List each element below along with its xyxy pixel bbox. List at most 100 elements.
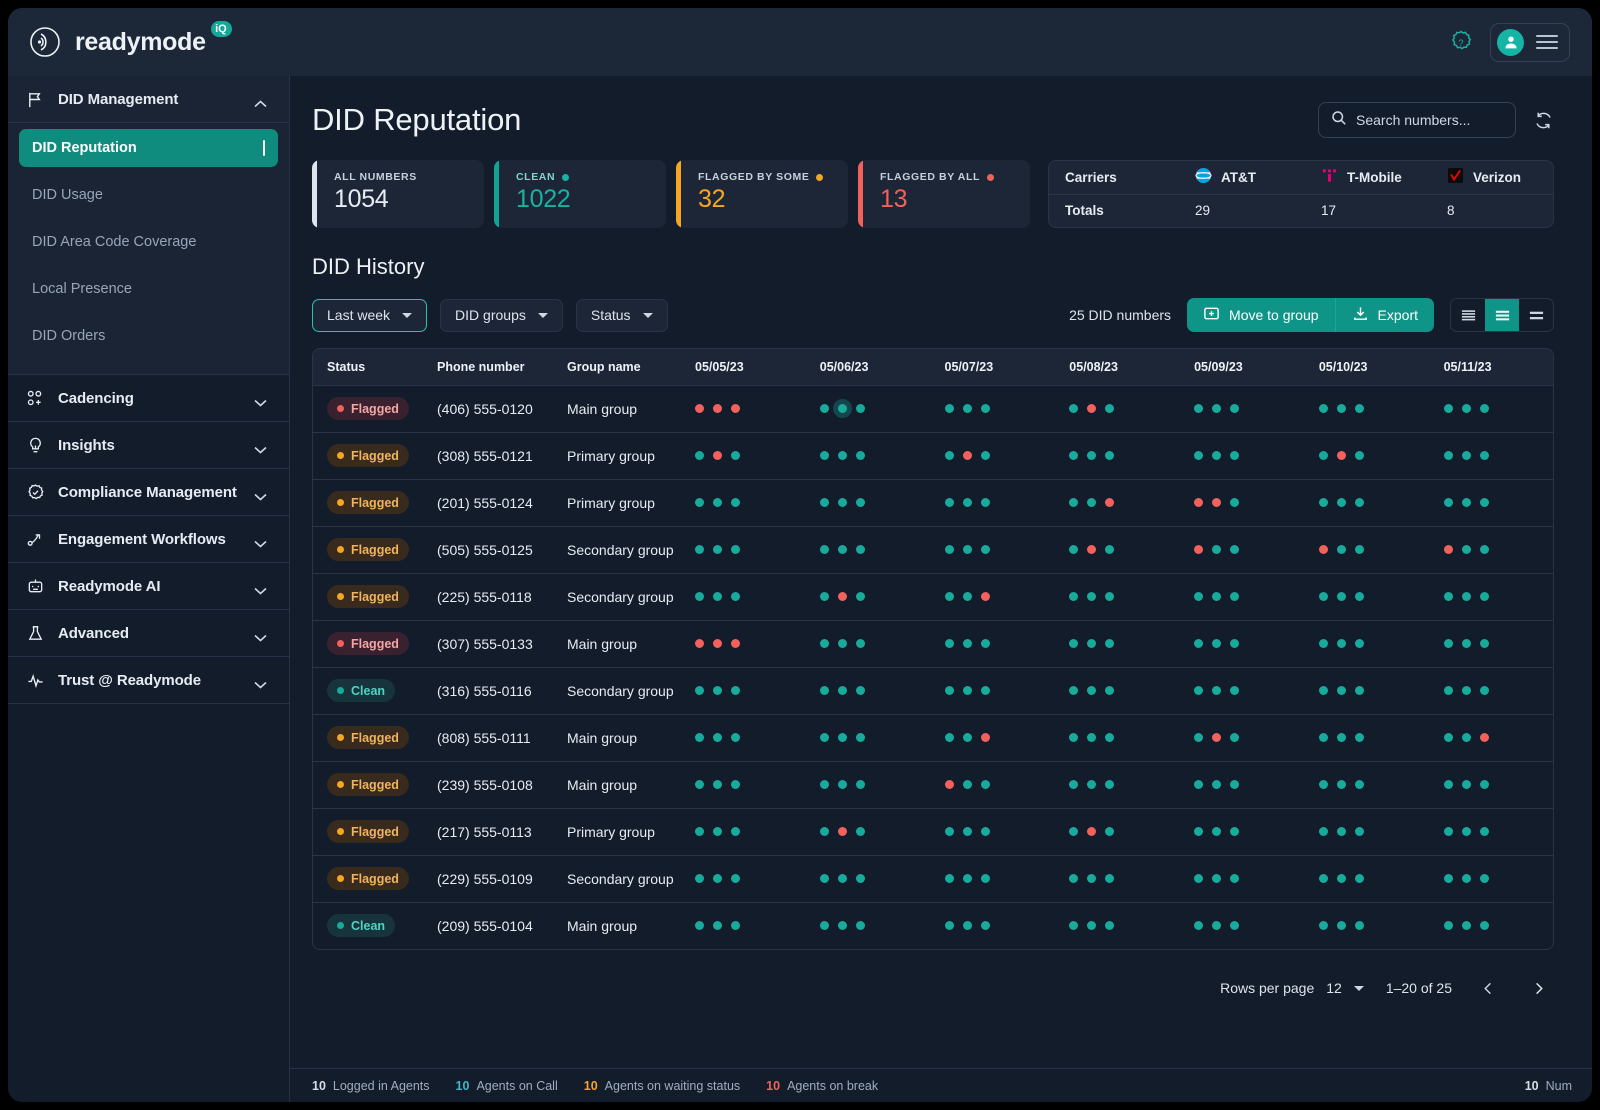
reputation-dot-clean[interactable] xyxy=(1212,404,1222,413)
reputation-dot-clean[interactable] xyxy=(819,780,829,789)
reputation-dot-clean[interactable] xyxy=(695,733,704,742)
sidebar-item-did-orders[interactable]: DID Orders xyxy=(19,317,278,355)
sidebar-group-compliance-management[interactable]: Compliance Management xyxy=(8,469,289,516)
sidebar-group-readymode-ai[interactable]: Readymode AI xyxy=(8,563,289,610)
reputation-dot-clean[interactable] xyxy=(819,404,829,413)
reputation-dot-flagged[interactable] xyxy=(1318,545,1328,554)
reputation-dot-clean[interactable] xyxy=(855,592,865,601)
reputation-dot-clean[interactable] xyxy=(1354,639,1364,648)
reputation-dot-clean[interactable] xyxy=(944,686,954,695)
reputation-dot-clean[interactable] xyxy=(944,451,954,460)
reputation-dot-clean[interactable] xyxy=(731,874,740,883)
reputation-dot-clean[interactable] xyxy=(1318,451,1328,460)
reputation-dot-clean[interactable] xyxy=(1194,827,1204,836)
reputation-dot-clean[interactable] xyxy=(1230,827,1240,836)
sidebar-item-did-area-code-coverage[interactable]: DID Area Code Coverage xyxy=(19,223,278,261)
reputation-dot-clean[interactable] xyxy=(944,545,954,554)
reputation-dot-clean[interactable] xyxy=(1336,545,1346,554)
sidebar-item-did-usage[interactable]: DID Usage xyxy=(19,176,278,214)
sidebar-item-did-reputation[interactable]: DID Reputation xyxy=(19,129,278,167)
reputation-dot-clean[interactable] xyxy=(1461,686,1471,695)
reputation-dot-flagged[interactable] xyxy=(980,733,990,742)
reputation-dot-clean[interactable] xyxy=(962,733,972,742)
reputation-dot-clean[interactable] xyxy=(980,827,990,836)
reputation-dot-clean[interactable] xyxy=(1087,921,1097,931)
reputation-dot-clean[interactable] xyxy=(1443,780,1453,789)
stat-card-flagged-by-some[interactable]: FLAGGED BY SOME 32 xyxy=(676,160,848,228)
reputation-dot-clean[interactable] xyxy=(1354,827,1364,836)
reputation-dot-flagged[interactable] xyxy=(1087,404,1097,413)
reputation-dot-clean[interactable] xyxy=(1230,733,1240,742)
reputation-dot-flagged[interactable] xyxy=(1212,498,1222,507)
reputation-dot-clean[interactable] xyxy=(695,874,704,883)
reputation-dot-clean[interactable] xyxy=(731,733,740,742)
reputation-dot-clean[interactable] xyxy=(1087,592,1097,601)
move-to-group-button[interactable]: Move to group xyxy=(1187,298,1335,332)
reputation-dot-clean[interactable] xyxy=(731,780,740,789)
table-row[interactable]: Flagged (505) 555-0125 Secondary group xyxy=(313,525,1553,573)
reputation-dot-clean[interactable] xyxy=(837,545,847,554)
reputation-dot-clean[interactable] xyxy=(962,686,972,695)
reputation-dot-clean[interactable] xyxy=(1318,686,1328,695)
reputation-dot-clean[interactable] xyxy=(1230,686,1240,695)
hamburger-icon[interactable] xyxy=(1536,35,1558,49)
reputation-dot-clean[interactable] xyxy=(1461,404,1471,413)
reputation-dot-clean[interactable] xyxy=(962,780,972,789)
reputation-dot-flagged[interactable] xyxy=(1212,733,1222,742)
reputation-dot-clean[interactable] xyxy=(1069,921,1079,931)
reputation-dot-clean[interactable] xyxy=(1336,639,1346,648)
reputation-dot-clean[interactable] xyxy=(1194,592,1204,601)
reputation-dot-clean[interactable] xyxy=(1318,592,1328,601)
reputation-dot-clean[interactable] xyxy=(1230,451,1240,460)
reputation-dot-clean[interactable] xyxy=(837,404,847,413)
reputation-dot-clean[interactable] xyxy=(980,874,990,883)
density-comfortable-icon[interactable] xyxy=(1519,299,1553,331)
reputation-dot-clean[interactable] xyxy=(944,827,954,836)
search-numbers-field[interactable] xyxy=(1318,102,1516,138)
reputation-dot-clean[interactable] xyxy=(1318,404,1328,413)
reputation-dot-clean[interactable] xyxy=(1479,686,1489,695)
reputation-dot-clean[interactable] xyxy=(1354,686,1364,695)
reputation-dot-clean[interactable] xyxy=(1354,780,1364,789)
reputation-dot-clean[interactable] xyxy=(1479,921,1489,931)
reputation-dot-clean[interactable] xyxy=(1212,921,1222,931)
sidebar-group-insights[interactable]: Insights xyxy=(8,422,289,469)
reputation-dot-clean[interactable] xyxy=(1479,498,1489,507)
reputation-dot-clean[interactable] xyxy=(695,921,704,931)
reputation-dot-clean[interactable] xyxy=(855,545,865,554)
reputation-dot-clean[interactable] xyxy=(1069,545,1079,554)
reputation-dot-clean[interactable] xyxy=(1194,639,1204,648)
reputation-dot-clean[interactable] xyxy=(1212,686,1222,695)
reputation-dot-clean[interactable] xyxy=(1230,639,1240,648)
reputation-dot-clean[interactable] xyxy=(1069,639,1079,648)
reputation-dot-clean[interactable] xyxy=(962,639,972,648)
reputation-dot-clean[interactable] xyxy=(855,686,865,695)
reputation-dot-clean[interactable] xyxy=(1354,921,1364,931)
reputation-dot-clean[interactable] xyxy=(1461,780,1471,789)
reputation-dot-clean[interactable] xyxy=(1461,592,1471,601)
table-row[interactable]: Clean (209) 555-0104 Main group xyxy=(313,901,1553,949)
reputation-dot-clean[interactable] xyxy=(1230,404,1240,413)
reputation-dot-clean[interactable] xyxy=(1105,404,1115,413)
stat-card-clean[interactable]: CLEAN 1022 xyxy=(494,160,666,228)
table-row[interactable]: Flagged (307) 555-0133 Main group xyxy=(313,619,1553,667)
reputation-dot-clean[interactable] xyxy=(837,498,847,507)
reputation-dot-clean[interactable] xyxy=(1194,451,1204,460)
reputation-dot-clean[interactable] xyxy=(962,827,972,836)
reputation-dot-clean[interactable] xyxy=(1105,921,1115,931)
help-circle-icon[interactable]: ? xyxy=(1448,29,1474,55)
reputation-dot-clean[interactable] xyxy=(713,733,722,742)
reputation-dot-flagged[interactable] xyxy=(731,404,740,413)
reputation-dot-clean[interactable] xyxy=(1105,639,1115,648)
reputation-dot-clean[interactable] xyxy=(1194,780,1204,789)
reputation-dot-clean[interactable] xyxy=(855,451,865,460)
reputation-dot-clean[interactable] xyxy=(944,592,954,601)
reputation-dot-flagged[interactable] xyxy=(695,404,704,413)
reputation-dot-clean[interactable] xyxy=(1354,451,1364,460)
reputation-dot-clean[interactable] xyxy=(819,733,829,742)
reputation-dot-clean[interactable] xyxy=(1194,921,1204,931)
sidebar-group-trust-readymode[interactable]: Trust @ Readymode xyxy=(8,657,289,704)
reputation-dot-clean[interactable] xyxy=(819,874,829,883)
density-medium-icon[interactable] xyxy=(1485,299,1519,331)
reputation-dot-clean[interactable] xyxy=(1230,780,1240,789)
